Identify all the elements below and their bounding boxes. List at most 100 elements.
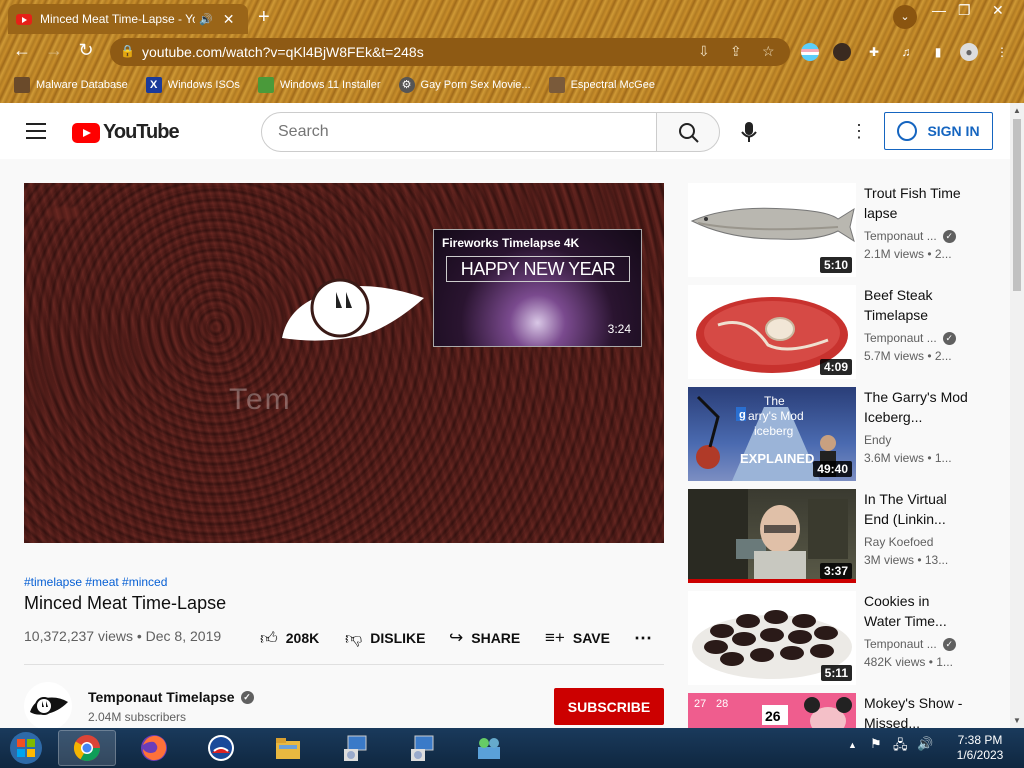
recommendation-item[interactable]: 5:10 Trout Fish Time lapse Temponaut ...…: [688, 183, 988, 277]
video-player[interactable]: Tem Fireworks Timelapse 4K HAPPY NEW YEA…: [24, 183, 664, 543]
bookmark-star-icon[interactable]: ☆: [762, 43, 775, 60]
video-thumbnail[interactable]: 4:09: [688, 285, 856, 379]
bookmark-espectral-mcgee[interactable]: Espectral McGee: [548, 77, 655, 93]
tab-close-icon[interactable]: ✕: [223, 11, 235, 28]
channel-name[interactable]: Temponaut Timelapse ✓: [88, 689, 254, 705]
extension-flag-icon[interactable]: [801, 43, 819, 61]
channel-avatar[interactable]: [24, 682, 72, 730]
voice-search-button[interactable]: [733, 116, 765, 148]
youtube-logo[interactable]: YouTube: [72, 121, 180, 144]
search-button[interactable]: [656, 112, 720, 152]
thumbs-up-icon: 👍︎: [260, 628, 278, 648]
extensions-puzzle-icon[interactable]: ✚: [865, 43, 883, 61]
action-center-flag-icon[interactable]: ⚑: [870, 736, 882, 752]
browser-chrome: Minced Meat Time-Lapse - YouTube 🔊 ✕ + ⌄…: [0, 0, 1024, 103]
system-clock[interactable]: 7:38 PM 1/6/2023: [944, 733, 1016, 763]
taskbar-network-app[interactable]: [460, 730, 518, 766]
video-hashtags[interactable]: #timelapse #meat #minced: [24, 575, 167, 589]
recommendation-title[interactable]: Beef Steak Timelapse: [864, 285, 968, 325]
recommendation-item[interactable]: 4:09 Beef Steak Timelapse Temponaut ... …: [688, 285, 988, 379]
minimize-icon[interactable]: —: [932, 2, 946, 18]
verified-check-icon: ✓: [942, 331, 956, 345]
taskbar-setup-app[interactable]: [326, 730, 384, 766]
video-thumbnail[interactable]: g The arry's Mod iceberg EXPLAINED 49:40: [688, 387, 856, 481]
recommendation-title[interactable]: The Garry's Mod Iceberg...: [864, 387, 968, 427]
folder-icon: [276, 738, 300, 759]
url-text[interactable]: youtube.com/watch?v=qKl4BjW8FEk&t=248s: [142, 44, 424, 60]
back-icon[interactable]: ←: [10, 40, 34, 61]
taskbar-obama-app[interactable]: [192, 730, 250, 766]
scrollbar-thumb[interactable]: [1013, 119, 1021, 291]
share-button[interactable]: ↪ SHARE: [449, 628, 520, 648]
like-button[interactable]: 👍︎ 208K: [260, 628, 319, 648]
recommendation-title[interactable]: In The Virtual End (Linkin...: [864, 489, 968, 529]
browser-menu-icon[interactable]: ⋮: [993, 43, 1011, 61]
bookmark-malware-database[interactable]: Malware Database: [14, 77, 128, 93]
side-panel-icon[interactable]: ▮: [929, 43, 947, 61]
share-page-icon[interactable]: ⇪: [730, 43, 742, 60]
bookmark-gay-porn-sex-movie[interactable]: ⚙ Gay Porn Sex Movie...: [398, 77, 531, 93]
recommendation-channel[interactable]: Temponaut ... ✓: [864, 637, 956, 651]
media-control-icon[interactable]: ♫: [897, 43, 915, 61]
browser-tab[interactable]: Minced Meat Time-Lapse - YouTube 🔊 ✕: [8, 4, 248, 34]
more-actions-icon[interactable]: ⋯: [634, 628, 652, 648]
recommendation-channel[interactable]: Endy: [864, 433, 891, 447]
youtube-header: YouTube ⋮ SIGN IN: [0, 103, 1010, 159]
show-hidden-icons-icon[interactable]: ▲: [848, 740, 857, 750]
recommendation-title[interactable]: Mokey's Show - Missed...: [864, 693, 968, 728]
search-input[interactable]: [262, 113, 622, 151]
video-duration: 5:11: [820, 665, 852, 681]
recommendation-meta: 482K views • 1...: [864, 655, 953, 669]
recommendation-item[interactable]: 3:37 In The Virtual End (Linkin... Ray K…: [688, 489, 988, 583]
window-close-icon[interactable]: ✕: [992, 2, 1004, 19]
recommendation-meta: 2.1M views • 2...: [864, 247, 952, 261]
playlist-add-icon: ≡+: [545, 628, 565, 647]
address-bar[interactable]: 🔒 youtube.com/watch?v=qKl4BjW8FEk&t=248s…: [110, 38, 790, 66]
profile-icon[interactable]: ●: [960, 43, 978, 61]
reload-icon[interactable]: ↻: [74, 40, 98, 61]
taskbar-setup-app-2[interactable]: [393, 730, 451, 766]
taskbar-firefox[interactable]: [125, 730, 183, 766]
start-button[interactable]: [4, 730, 50, 766]
recommendation-title[interactable]: Trout Fish Time lapse: [864, 183, 968, 223]
scroll-up-icon[interactable]: ▲: [1013, 106, 1021, 115]
subscribe-button[interactable]: SUBSCRIBE: [554, 688, 664, 725]
page-scrollbar[interactable]: ▲ ▼: [1010, 103, 1024, 728]
menu-hamburger-icon[interactable]: [26, 123, 46, 144]
dislike-button[interactable]: 👎︎ DISLIKE: [345, 628, 426, 648]
bookmark-windows-isos[interactable]: X Windows ISOs: [145, 77, 240, 93]
recommendation-channel[interactable]: Ray Koefoed: [864, 535, 933, 549]
search-box[interactable]: [261, 112, 657, 152]
channel-watermark: Tem: [229, 383, 292, 416]
recommendation-item[interactable]: 27 28 26 Mokey's Show - Missed...: [688, 693, 988, 728]
scroll-down-icon[interactable]: ▼: [1013, 716, 1021, 725]
recommendation-title[interactable]: Cookies in Water Time...: [864, 591, 968, 631]
video-thumbnail[interactable]: 5:10: [688, 183, 856, 277]
volume-icon[interactable]: 🔊: [917, 736, 933, 752]
settings-more-icon[interactable]: ⋮: [850, 121, 868, 142]
sign-in-button[interactable]: SIGN IN: [884, 112, 993, 150]
lock-icon[interactable]: 🔒: [120, 44, 135, 58]
video-thumbnail[interactable]: 5:11: [688, 591, 856, 685]
taskbar-chrome[interactable]: [58, 730, 116, 766]
install-app-icon[interactable]: ⇩: [698, 43, 710, 60]
audio-playing-icon[interactable]: 🔊: [199, 13, 213, 26]
network-icon[interactable]: 🖧: [893, 736, 908, 758]
forward-icon[interactable]: →: [42, 40, 66, 61]
bookmark-windows-11-installer[interactable]: Windows 11 Installer: [257, 77, 381, 93]
save-button[interactable]: ≡+ SAVE: [545, 628, 610, 648]
recommendation-item[interactable]: 5:11 Cookies in Water Time... Temponaut …: [688, 591, 988, 685]
recommendation-channel[interactable]: Temponaut ... ✓: [864, 229, 956, 243]
new-tab-button[interactable]: +: [258, 6, 270, 29]
taskbar-file-explorer[interactable]: [259, 730, 317, 766]
video-thumbnail[interactable]: 27 28 26: [688, 693, 856, 728]
recommendation-item[interactable]: g The arry's Mod iceberg EXPLAINED 49:40…: [688, 387, 988, 481]
extension-avatar-icon[interactable]: [833, 43, 851, 61]
restore-icon[interactable]: ❐: [958, 2, 971, 19]
video-thumbnail[interactable]: 3:37: [688, 489, 856, 583]
tab-search-icon[interactable]: ⌄: [893, 5, 917, 29]
share-label: SHARE: [471, 630, 521, 646]
recommendation-channel[interactable]: Temponaut ... ✓: [864, 331, 956, 345]
channel-label: Endy: [864, 433, 892, 447]
endscreen-video-card[interactable]: Fireworks Timelapse 4K HAPPY NEW YEAR 3:…: [433, 229, 642, 347]
